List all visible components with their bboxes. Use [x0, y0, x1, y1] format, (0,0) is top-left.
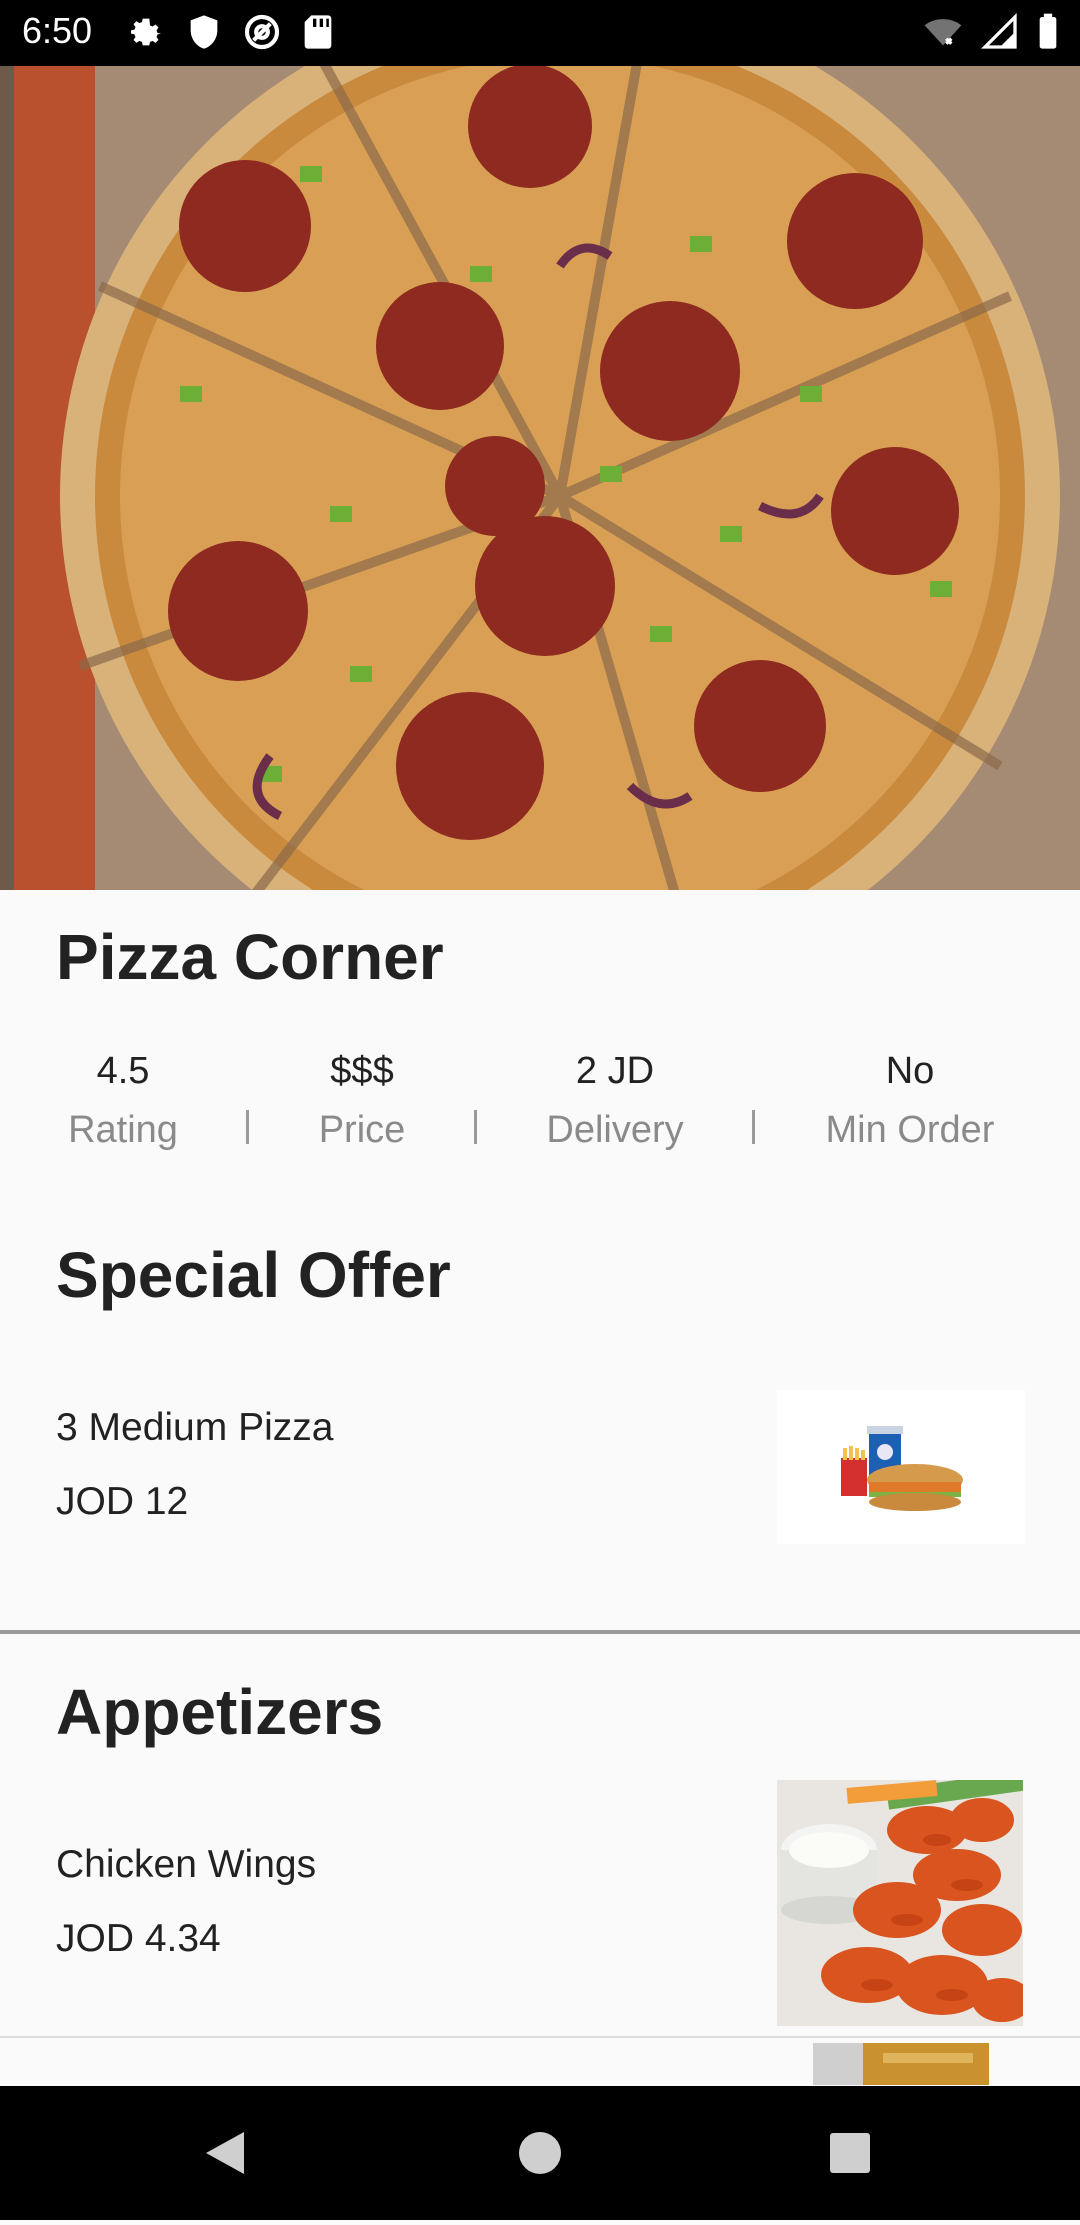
stat-price: $$$ Price	[242, 1050, 482, 1152]
back-icon	[206, 2132, 244, 2174]
next-item-illustration	[813, 2043, 989, 2085]
home-button[interactable]	[480, 2086, 600, 2220]
next-menu-item-image	[813, 2043, 989, 2085]
at-sign-icon	[244, 14, 280, 50]
signal-icon	[980, 12, 1017, 49]
stat-label: Price	[318, 1109, 406, 1151]
gear-icon	[131, 18, 161, 46]
stat-value: No	[885, 1050, 935, 1092]
stat-label: Delivery	[546, 1109, 684, 1151]
wifi-icon	[924, 19, 962, 46]
menu-item-name: Chicken Wings	[56, 1843, 317, 1886]
stat-label: Min Order	[825, 1109, 995, 1151]
stat-separator	[474, 1110, 477, 1144]
stat-value: 2 JD	[575, 1050, 655, 1092]
combo-meal-image	[777, 1390, 1025, 1544]
restaurant-stats: 4.5 Rating $$$ Price 2 JD Delivery No Mi…	[0, 1050, 1080, 1170]
stat-rating: 4.5 Rating	[3, 1050, 243, 1152]
section-title-appetizers: Appetizers	[56, 1676, 384, 1748]
stat-label: Rating	[68, 1109, 178, 1151]
status-icons-left	[126, 12, 336, 52]
back-button[interactable]	[166, 2086, 286, 2220]
item-divider	[0, 2036, 1080, 2038]
status-time: 6:50	[22, 10, 93, 51]
stat-min-order: No Min Order	[790, 1050, 1030, 1152]
menu-item-name: 3 Medium Pizza	[56, 1406, 334, 1449]
stat-value: 4.5	[96, 1050, 150, 1092]
restaurant-name: Pizza Corner	[56, 921, 444, 993]
recents-button[interactable]	[790, 2086, 910, 2220]
menu-item-price: JOD 12	[56, 1480, 189, 1523]
combo-meal-illustration	[777, 1390, 1025, 1544]
system-navigation-bar	[0, 2086, 1080, 2220]
recents-icon	[830, 2133, 870, 2173]
status-bar: 6:50	[0, 0, 1080, 66]
pizza-illustration	[0, 66, 1080, 890]
restaurant-details: Pizza Corner 4.5 Rating $$$ Price 2 JD D…	[0, 890, 1080, 2085]
stat-separator	[752, 1110, 755, 1144]
menu-item-price: JOD 4.34	[56, 1917, 221, 1960]
status-icons-right	[922, 12, 1060, 52]
battery-icon	[1039, 13, 1057, 49]
stat-delivery: 2 JD Delivery	[495, 1050, 735, 1152]
stat-value: $$$	[330, 1050, 394, 1092]
sd-card-icon	[304, 15, 332, 49]
hero-image	[0, 66, 1080, 890]
section-title-special-offer: Special Offer	[56, 1239, 451, 1311]
shield-icon	[190, 15, 218, 49]
section-divider	[0, 1630, 1080, 1634]
chicken-wings-illustration	[777, 1780, 1023, 2026]
home-icon	[519, 2132, 561, 2174]
chicken-wings-image	[777, 1780, 1023, 2026]
